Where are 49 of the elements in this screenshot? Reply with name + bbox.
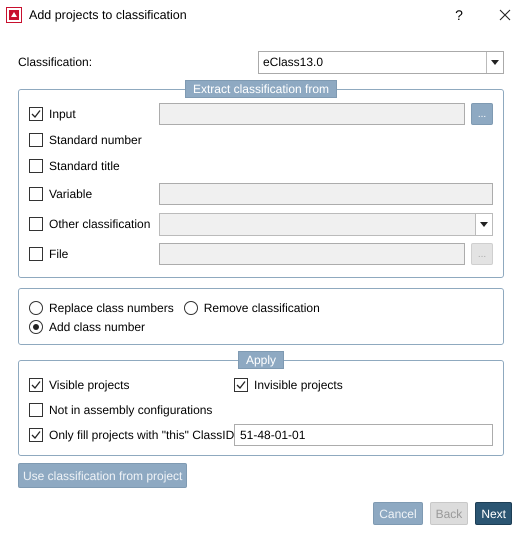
- caret-icon: [491, 60, 499, 64]
- text-field[interactable]: [159, 183, 493, 205]
- option-label: Standard title: [49, 159, 120, 173]
- group-legend: Apply: [238, 351, 284, 369]
- checkbox[interactable]: [29, 247, 43, 261]
- caret-icon: [480, 222, 488, 226]
- option-label: Variable: [49, 187, 92, 201]
- checkbox[interactable]: [29, 378, 43, 392]
- checkbox[interactable]: [29, 159, 43, 173]
- option-label: Not in assembly configurations: [49, 402, 212, 416]
- checkbox[interactable]: [29, 217, 43, 231]
- checkbox[interactable]: [29, 428, 43, 442]
- option-label: Invisible projects: [254, 378, 343, 392]
- option-label: File: [49, 247, 68, 261]
- path-field[interactable]: [159, 103, 465, 125]
- radio-button[interactable]: [184, 301, 198, 315]
- use-classification-button[interactable]: Use classification from project: [18, 463, 188, 488]
- option-label: Input: [49, 107, 76, 121]
- path-field[interactable]: [159, 243, 465, 265]
- app-logo-icon: [6, 7, 22, 23]
- option-label: Standard number: [49, 133, 142, 147]
- checkbox[interactable]: [234, 378, 248, 392]
- option-label: Remove classification: [204, 301, 320, 315]
- check-icon: [236, 380, 246, 390]
- class-id-field[interactable]: 51-48-01-01: [234, 424, 493, 446]
- option-label: Only fill projects with "this" ClassID: [49, 428, 234, 442]
- browse-button[interactable]: ...: [471, 103, 493, 125]
- check-icon: [31, 430, 41, 440]
- checkbox[interactable]: [29, 187, 43, 201]
- option-label: Other classification: [49, 217, 150, 231]
- option-label: Visible projects: [49, 378, 130, 392]
- classification-label: Classification:: [18, 55, 92, 69]
- checkbox[interactable]: [29, 107, 43, 121]
- checkbox[interactable]: [29, 402, 43, 416]
- check-icon: [31, 109, 41, 119]
- checkbox[interactable]: [29, 133, 43, 147]
- option-label: Add class number: [49, 320, 146, 334]
- radio-button[interactable]: [29, 320, 43, 334]
- radio-button[interactable]: [29, 301, 43, 315]
- group-legend: Extract classification from: [184, 80, 338, 98]
- classification-dropdown[interactable]: eClass13.0: [258, 50, 504, 74]
- dialog-button[interactable]: Next: [475, 502, 512, 525]
- check-icon: [31, 380, 41, 390]
- window-title: Add projects to classification: [29, 8, 188, 22]
- dialog-button[interactable]: Cancel: [373, 502, 423, 525]
- dialog-button[interactable]: Back: [430, 502, 468, 525]
- option-label: Replace class numbers: [49, 301, 174, 315]
- close-icon: [499, 9, 511, 21]
- help-button[interactable]: ?: [436, 0, 482, 30]
